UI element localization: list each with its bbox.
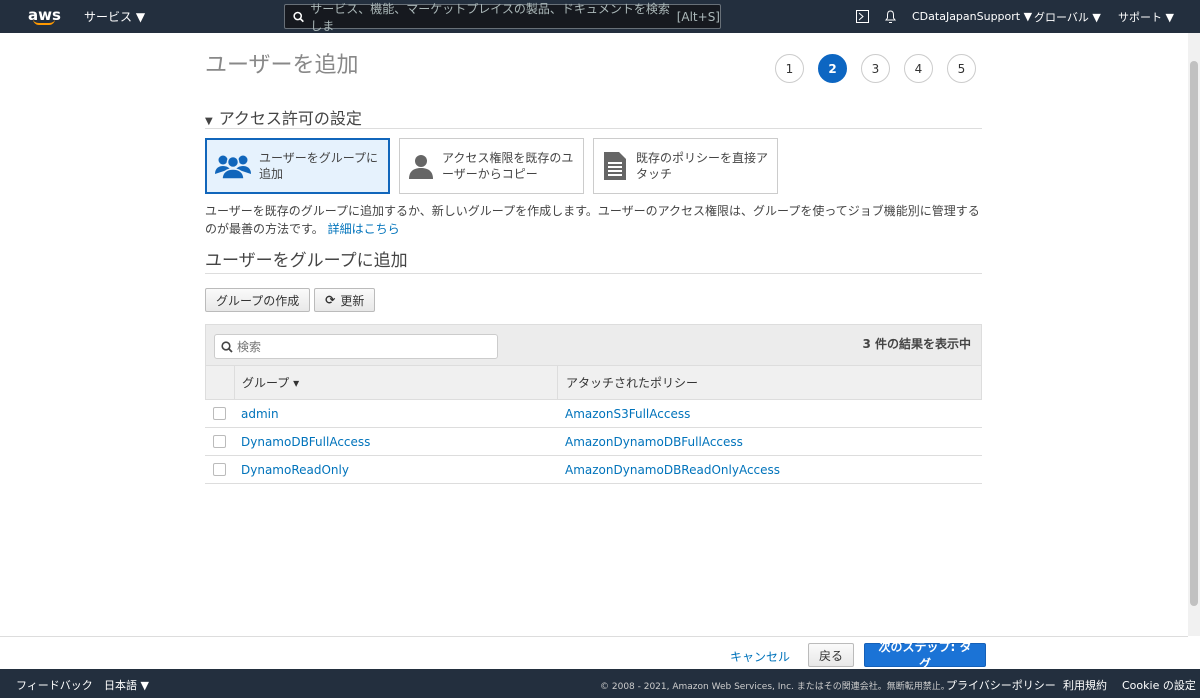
create-group-button[interactable]: グループの作成 bbox=[205, 288, 311, 312]
cookie-settings-link[interactable]: Cookie の設定 bbox=[1122, 677, 1196, 693]
caret-down-icon: ▼ bbox=[205, 116, 213, 127]
table-row: DynamoReadOnly AmazonDynamoDBReadOnlyAcce… bbox=[205, 456, 982, 484]
group-link[interactable]: admin bbox=[241, 407, 279, 421]
option-attach-policies[interactable]: 既存のポリシーを直接アタッチ bbox=[593, 138, 778, 194]
copyright: © 2008 - 2021, Amazon Web Services, Inc.… bbox=[600, 682, 950, 692]
privacy-link[interactable]: プライバシーポリシー bbox=[946, 677, 1056, 693]
services-menu[interactable]: サービス ▼ bbox=[84, 0, 145, 33]
table-search-input[interactable] bbox=[237, 339, 477, 354]
search-icon bbox=[293, 11, 304, 22]
region-menu[interactable]: グローバル ▼ bbox=[1034, 0, 1101, 33]
description: ユーザーを既存のグループに追加するか、新しいグループを作成します。ユーザーのアク… bbox=[205, 204, 980, 236]
document-icon bbox=[604, 152, 626, 180]
support-menu[interactable]: サポート ▼ bbox=[1118, 0, 1174, 33]
wizard-actions: キャンセル 戻る 次のステップ: タグ bbox=[0, 636, 1188, 671]
step-2[interactable]: 2 bbox=[818, 54, 847, 83]
groups-table: 3 件の結果を表示中 グループ ▾ アタッチされたポリシー admin Amazo… bbox=[205, 324, 982, 484]
top-navbar: aws サービス ▼ サービス、機能、マーケットプレイスの製品、ドキュメントを検… bbox=[0, 0, 1200, 33]
wizard-steps: 1 2 3 4 5 bbox=[775, 54, 976, 83]
cancel-link[interactable]: キャンセル bbox=[730, 648, 790, 665]
account-menu[interactable]: CDataJapanSupport ▼ bbox=[912, 0, 1032, 33]
table-header: グループ ▾ アタッチされたポリシー bbox=[205, 366, 982, 400]
result-count: 3 件の結果を表示中 bbox=[862, 337, 971, 351]
step-4[interactable]: 4 bbox=[904, 54, 933, 83]
policy-link[interactable]: AmazonS3FullAccess bbox=[565, 407, 690, 421]
table-row: DynamoDBFullAccess AmazonDynamoDBFullAcce… bbox=[205, 428, 982, 456]
global-search-input[interactable]: サービス、機能、マーケットプレイスの製品、ドキュメントを検索しま [Alt+S] bbox=[284, 2, 721, 33]
bell-icon[interactable] bbox=[884, 0, 897, 33]
policy-link[interactable]: AmazonDynamoDBReadOnlyAccess bbox=[565, 463, 780, 477]
refresh-icon: ⟳ bbox=[325, 293, 336, 307]
language-menu[interactable]: 日本語 ▼ bbox=[104, 677, 149, 693]
column-group[interactable]: グループ ▾ bbox=[235, 366, 558, 399]
feedback-link[interactable]: フィードバック bbox=[16, 677, 93, 693]
permissions-section-header[interactable]: ▼ アクセス許可の設定 bbox=[205, 105, 982, 129]
users-icon bbox=[215, 155, 251, 179]
aws-logo[interactable]: aws bbox=[28, 0, 61, 33]
user-icon bbox=[409, 155, 433, 179]
table-row: admin AmazonS3FullAccess bbox=[205, 400, 982, 428]
option-add-to-group[interactable]: ユーザーをグループに追加 bbox=[205, 138, 390, 194]
group-link[interactable]: DynamoDBFullAccess bbox=[241, 435, 370, 449]
learn-more-link[interactable]: 詳細はこちら bbox=[328, 222, 400, 236]
cloudshell-icon[interactable] bbox=[856, 0, 869, 33]
step-1[interactable]: 1 bbox=[775, 54, 804, 83]
page-title: ユーザーを追加 bbox=[205, 53, 359, 78]
column-policies: アタッチされたポリシー bbox=[566, 376, 699, 390]
group-link[interactable]: DynamoReadOnly bbox=[241, 463, 349, 477]
scrollbar[interactable] bbox=[1188, 33, 1200, 636]
row-checkbox[interactable] bbox=[213, 463, 226, 476]
option-copy-permissions[interactable]: アクセス権限を既存のユーザーからコピー bbox=[399, 138, 584, 194]
row-checkbox[interactable] bbox=[213, 407, 226, 420]
footer: フィードバック 日本語 ▼ © 2008 - 2021, Amazon Web … bbox=[0, 669, 1200, 698]
section-subheading: ユーザーをグループに追加 bbox=[205, 246, 982, 274]
row-checkbox[interactable] bbox=[213, 435, 226, 448]
step-5[interactable]: 5 bbox=[947, 54, 976, 83]
refresh-button[interactable]: ⟳ 更新 bbox=[314, 288, 376, 312]
table-search[interactable] bbox=[214, 334, 498, 359]
step-3[interactable]: 3 bbox=[861, 54, 890, 83]
next-step-button[interactable]: 次のステップ: タグ bbox=[864, 640, 986, 671]
policy-link[interactable]: AmazonDynamoDBFullAccess bbox=[565, 435, 743, 449]
terms-link[interactable]: 利用規約 bbox=[1063, 677, 1107, 693]
search-icon bbox=[221, 340, 233, 353]
back-button[interactable]: 戻る bbox=[808, 643, 855, 667]
